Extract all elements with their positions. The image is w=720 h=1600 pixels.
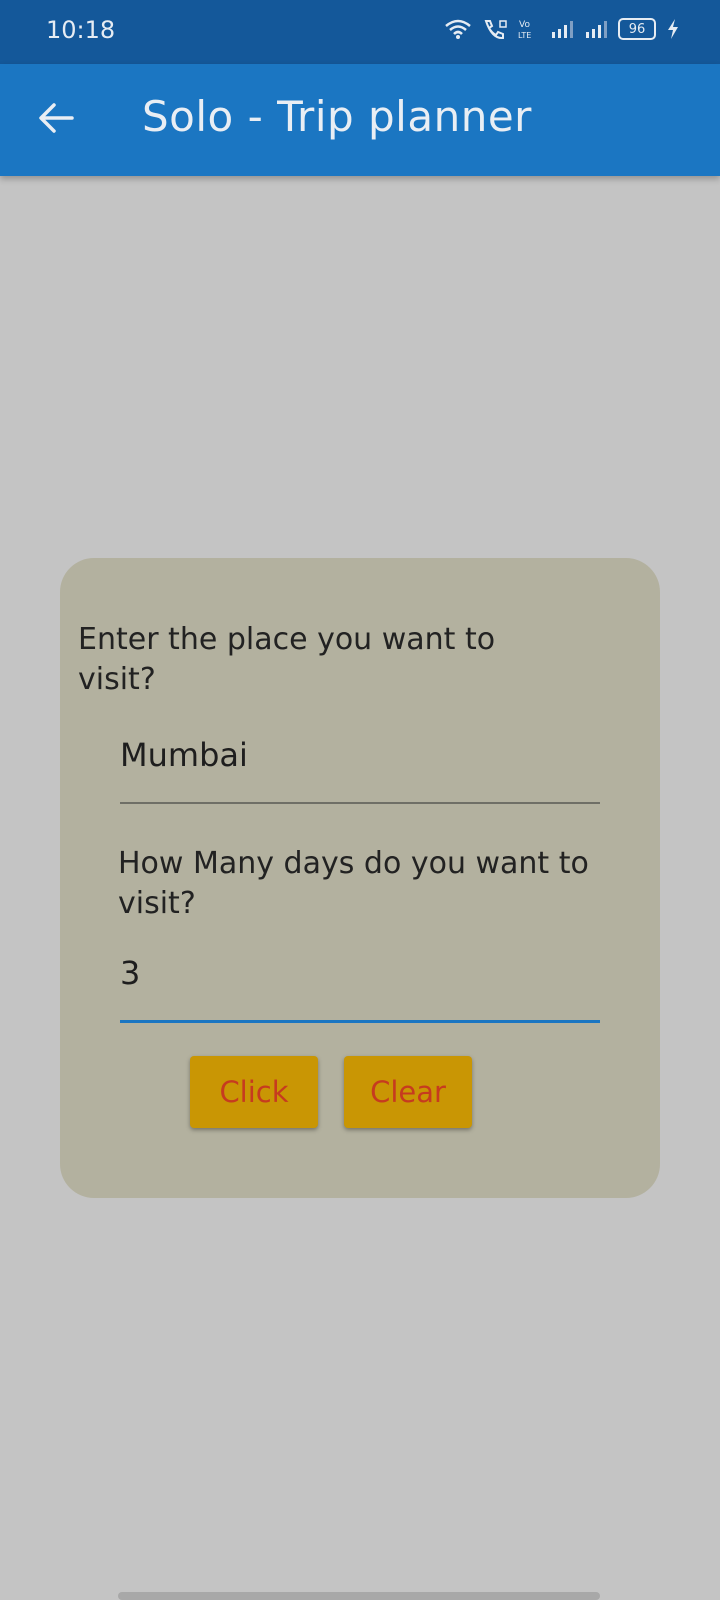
status-icons: Vo LTE 96 [444,18,680,40]
app-bar: Solo - Trip planner [0,64,720,176]
wifi-calling-icon [482,18,508,40]
wifi-icon [444,18,472,40]
signal-icon [550,19,574,39]
status-bar: 10:18 Vo LTE 96 [0,0,720,64]
days-field [120,950,600,1023]
status-time: 10:18 [46,16,116,44]
svg-text:LTE: LTE [518,31,531,40]
volte-icon: Vo LTE [518,18,540,40]
place-question-label: Enter the place you want to visit? [78,622,496,697]
back-button[interactable] [30,94,82,146]
page-title: Solo - Trip planner [142,92,532,141]
click-button[interactable]: Click [190,1056,318,1128]
navigation-handle[interactable] [118,1592,600,1600]
place-field [120,732,600,804]
svg-text:Vo: Vo [519,20,530,30]
battery-icon: 96 [618,18,656,40]
clear-button[interactable]: Clear [344,1056,472,1128]
place-input[interactable] [120,732,600,778]
days-input[interactable] [120,950,600,996]
days-question-label: How Many days do you want to visit? [118,846,589,921]
signal-icon [584,19,608,39]
charging-icon [666,18,680,40]
arrow-left-icon [38,102,74,138]
